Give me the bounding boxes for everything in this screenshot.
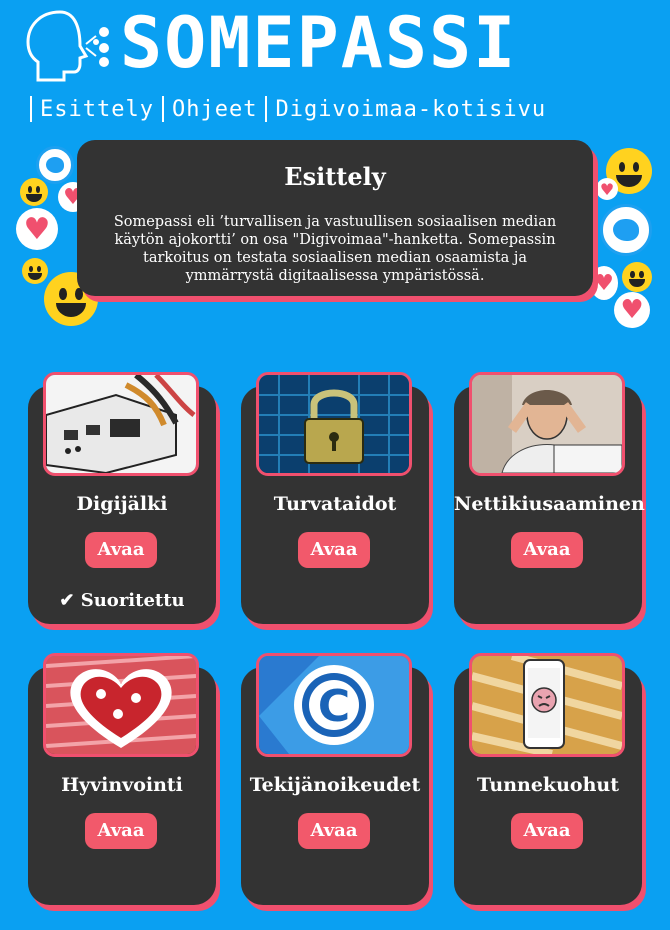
router-cables-image — [43, 372, 199, 476]
nav-divider — [265, 96, 268, 122]
heart-icon: ♥ — [16, 208, 58, 250]
nav-divider — [161, 96, 164, 122]
card-title: Nettikiusaaminen — [454, 493, 645, 515]
strawberry-heart-image — [43, 653, 199, 757]
svg-text:C: C — [318, 681, 350, 732]
main-nav: Esittely Ohjeet Digivoimaa-kotisivu — [22, 96, 546, 122]
card-title: Hyvinvointi — [61, 774, 183, 796]
card-title: Turvataidot — [273, 493, 397, 515]
speaking-head-icon — [26, 10, 109, 82]
intro-text: Somepassi eli ’turvallisen ja vastuullis… — [113, 214, 557, 284]
heart-icon: ♥ — [614, 292, 650, 328]
smiley-icon — [20, 178, 48, 206]
open-button[interactable]: Avaa — [511, 532, 583, 568]
card-title: Tekijänoikeudet — [249, 774, 421, 796]
bird-icon — [36, 146, 74, 184]
copyright-symbol-image: C — [256, 653, 412, 757]
angry-phone-image — [469, 653, 625, 757]
nav-link-digivoimaa[interactable]: Digivoimaa-kotisivu — [275, 97, 546, 122]
open-button[interactable]: Avaa — [511, 813, 583, 849]
bird-icon — [600, 204, 652, 256]
intro-panel: Esittely Somepassi eli ’turvallisen ja v… — [77, 140, 593, 296]
nav-divider — [30, 96, 32, 122]
open-button[interactable]: Avaa — [85, 813, 157, 849]
open-button[interactable]: Avaa — [85, 532, 157, 568]
smiley-icon — [622, 262, 652, 292]
heart-icon: ♥ — [596, 178, 618, 200]
stressed-person-image — [469, 372, 625, 476]
padlock-image — [256, 372, 412, 476]
card-title: Tunnekuohut — [477, 774, 619, 796]
open-button[interactable]: Avaa — [298, 532, 370, 568]
nav-link-esittely[interactable]: Esittely — [40, 97, 154, 122]
intro-heading: Esittely — [284, 162, 386, 191]
card-title: Digijälki — [76, 493, 168, 515]
nav-link-ohjeet[interactable]: Ohjeet — [172, 97, 257, 122]
open-button[interactable]: Avaa — [298, 813, 370, 849]
completed-status: ✔ Suoritettu — [59, 590, 185, 611]
site-logo-text[interactable]: SOMEPASSI — [120, 4, 517, 82]
smiley-icon — [22, 258, 48, 284]
